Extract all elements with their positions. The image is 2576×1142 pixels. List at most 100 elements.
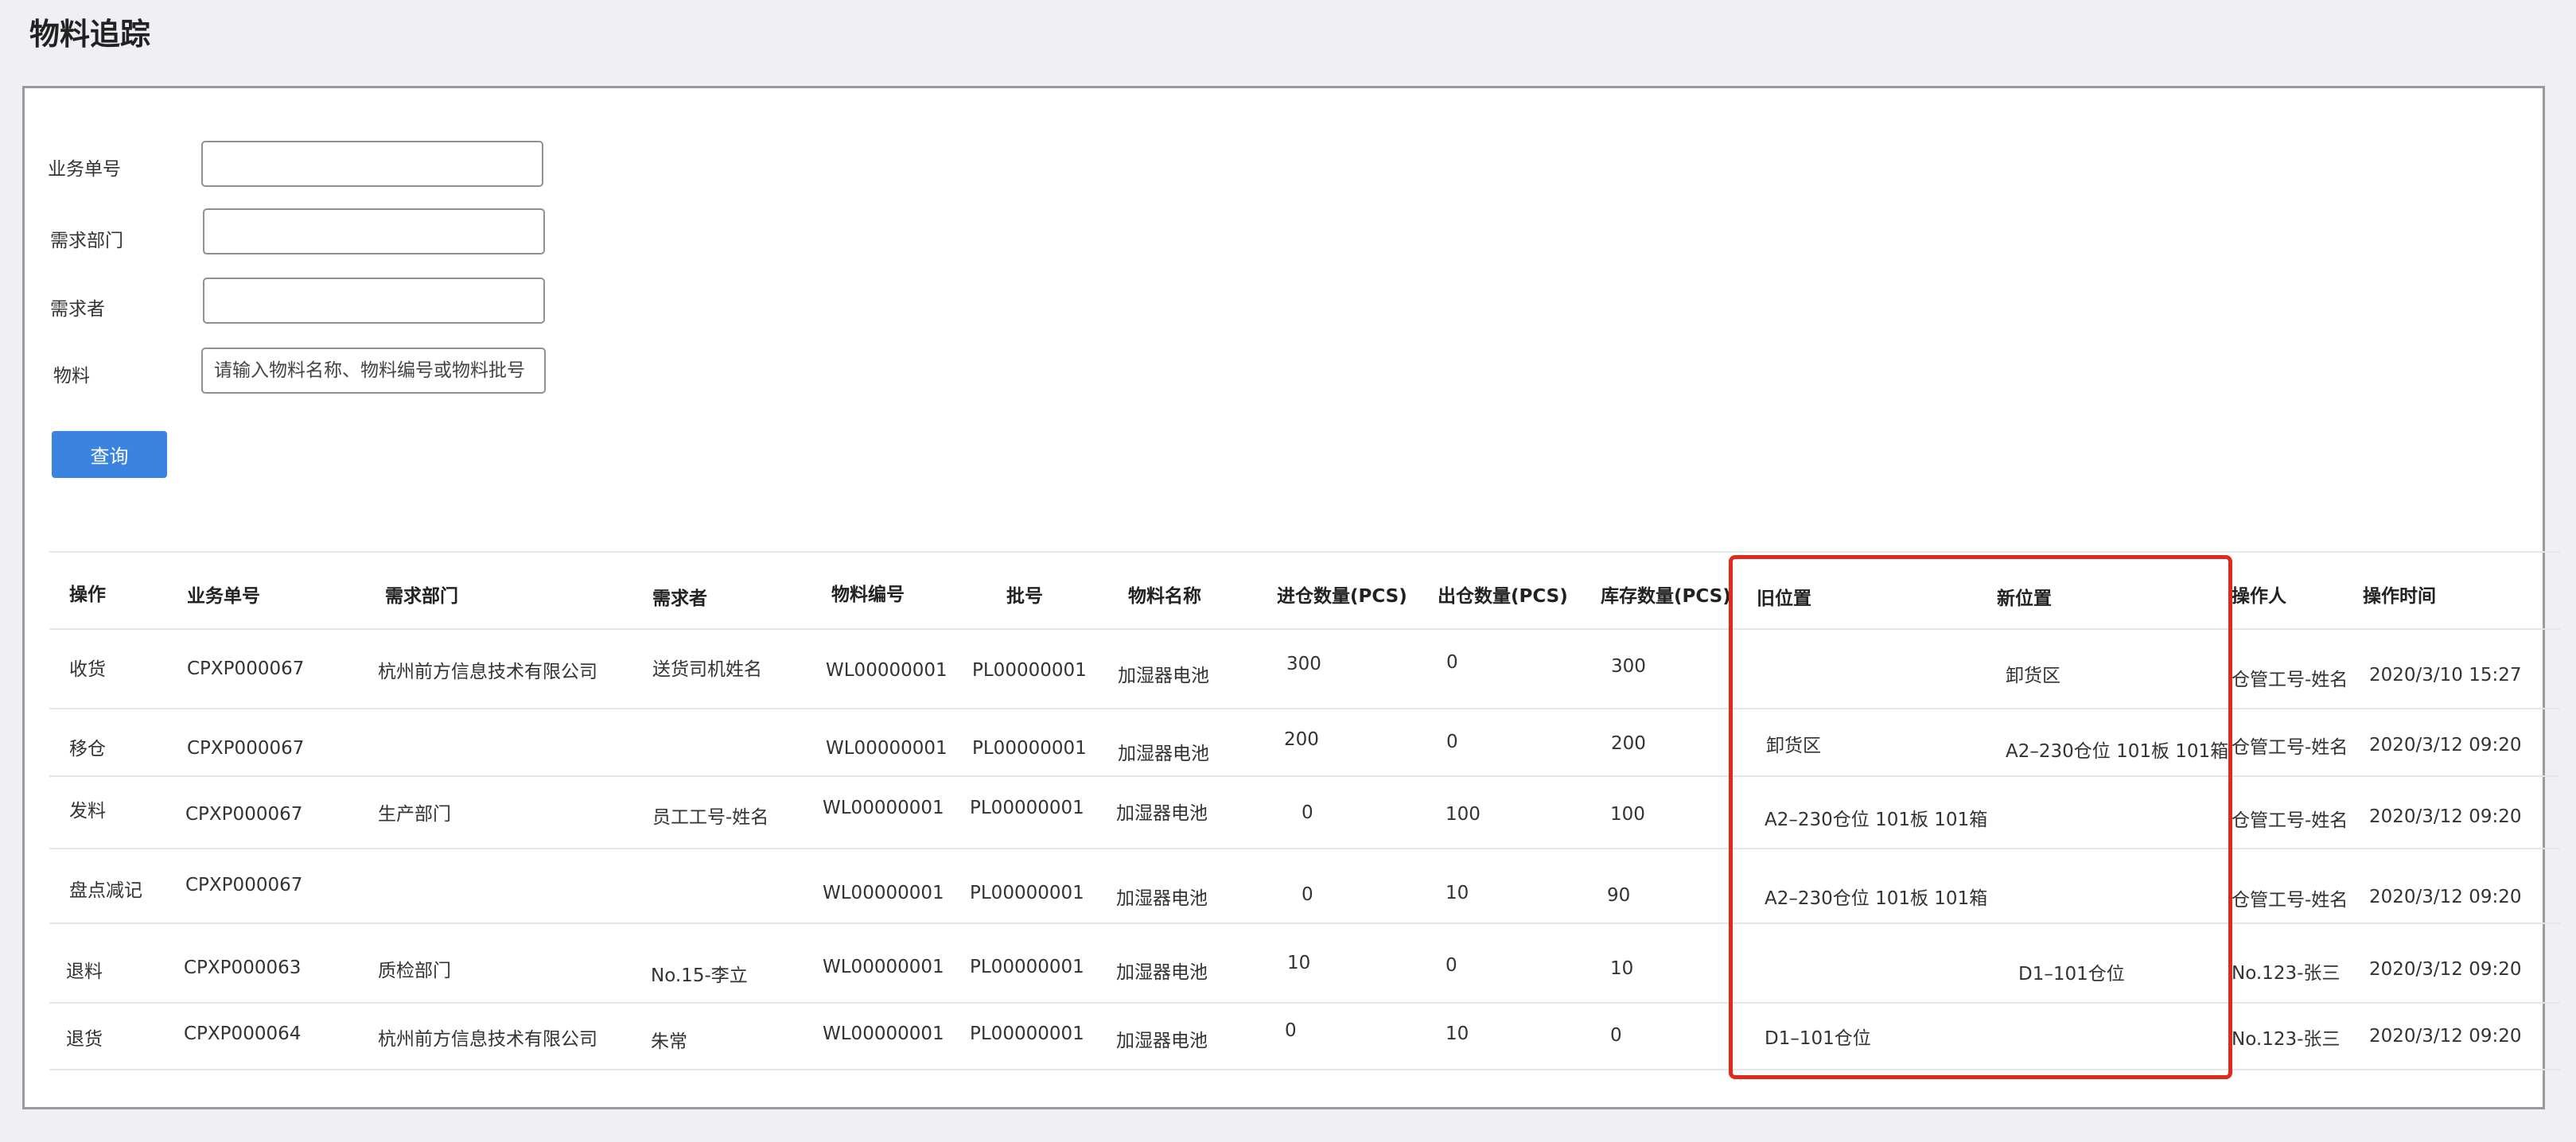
col-header-stock-qty: 库存数量(PCS) <box>1601 586 1731 607</box>
cell-stock-qty: 0 <box>1610 1025 1622 1046</box>
cell-material-code: WL00000001 <box>823 957 944 977</box>
cell-batch-no: PL00000001 <box>970 957 1084 977</box>
row-divider <box>49 848 2560 849</box>
col-header-department: 需求部门 <box>385 586 458 607</box>
cell-batch-no: PL00000001 <box>970 883 1084 903</box>
cell-operator: 仓管工号-姓名 <box>2232 810 2348 831</box>
cell-order-no: CPXP000064 <box>184 1024 302 1044</box>
col-header-order-no: 业务单号 <box>187 586 260 607</box>
cell-stock-qty: 100 <box>1610 804 1645 825</box>
cell-stock-qty: 10 <box>1610 958 1634 979</box>
cell-operate-time: 2020/3/12 09:20 <box>2369 887 2522 907</box>
order-no-input[interactable] <box>201 141 543 187</box>
cell-material-name: 加湿器电池 <box>1118 744 1209 764</box>
cell-outbound-qty: 10 <box>1446 883 1469 903</box>
table-top-border <box>49 551 2560 553</box>
cell-operate-time: 2020/3/12 09:20 <box>2369 806 2522 827</box>
cell-material-code: WL00000001 <box>823 798 944 818</box>
cell-operate-time: 2020/3/12 09:20 <box>2369 959 2522 980</box>
cell-new-location: A2–230仓位 101板 101箱 <box>2006 741 2229 762</box>
cell-department: 杭州前方信息技术有限公司 <box>378 1029 597 1050</box>
material-label: 物料 <box>53 366 90 386</box>
cell-order-no: CPXP000067 <box>185 875 303 895</box>
cell-inbound-qty: 0 <box>1302 884 1313 905</box>
cell-order-no: CPXP000067 <box>187 658 305 679</box>
cell-stock-qty: 90 <box>1607 885 1631 906</box>
row-divider <box>49 1002 2560 1004</box>
cell-batch-no: PL00000001 <box>970 1024 1084 1044</box>
department-input[interactable] <box>203 208 545 254</box>
cell-operate-time: 2020/3/10 15:27 <box>2369 665 2522 686</box>
cell-operate-time: 2020/3/12 09:20 <box>2369 1026 2522 1047</box>
cell-inbound-qty: 300 <box>1286 654 1321 674</box>
cell-operator: 仓管工号-姓名 <box>2232 670 2348 690</box>
col-header-material-name: 物料名称 <box>1128 586 1201 607</box>
row-divider <box>49 708 2560 709</box>
cell-old-location: A2–230仓位 101板 101箱 <box>1765 888 1988 909</box>
row-divider <box>49 628 2560 630</box>
department-label: 需求部门 <box>50 231 123 251</box>
cell-action: 退料 <box>66 961 103 982</box>
cell-material-name: 加湿器电池 <box>1116 962 1208 983</box>
cell-old-location: D1–101仓位 <box>1765 1028 1871 1049</box>
cell-batch-no: PL00000001 <box>972 660 1087 681</box>
cell-material-name: 加湿器电池 <box>1116 1031 1208 1051</box>
cell-operate-time: 2020/3/12 09:20 <box>2369 735 2522 756</box>
col-header-operate-time: 操作时间 <box>2363 586 2436 607</box>
cell-action: 收货 <box>69 659 106 680</box>
cell-material-code: WL00000001 <box>823 883 944 903</box>
cell-order-no: CPXP000063 <box>184 957 302 978</box>
cell-requester: 员工工号-姓名 <box>652 807 769 828</box>
cell-inbound-qty: 0 <box>1302 802 1313 823</box>
cell-material-code: WL00000001 <box>823 1024 944 1044</box>
cell-department: 生产部门 <box>378 804 451 825</box>
cell-action: 退货 <box>66 1029 103 1050</box>
page-title: 物料追踪 <box>29 17 151 52</box>
col-header-old-location: 旧位置 <box>1757 588 1811 609</box>
cell-operator: No.123-张三 <box>2232 963 2341 984</box>
order-no-label: 业务单号 <box>48 159 121 180</box>
cell-outbound-qty: 0 <box>1446 955 1457 976</box>
cell-action: 移仓 <box>69 739 106 759</box>
col-header-outbound-qty: 出仓数量(PCS) <box>1438 586 1568 607</box>
query-button[interactable]: 查询 <box>52 431 167 478</box>
col-header-material-code: 物料编号 <box>831 585 905 605</box>
cell-stock-qty: 300 <box>1611 656 1646 677</box>
cell-new-location: 卸货区 <box>2006 666 2060 686</box>
col-header-operator: 操作人 <box>2232 586 2286 607</box>
cell-material-name: 加湿器电池 <box>1118 666 1209 686</box>
cell-outbound-qty: 0 <box>1446 732 1458 752</box>
cell-requester: 朱常 <box>651 1031 687 1052</box>
cell-inbound-qty: 200 <box>1284 729 1319 750</box>
cell-inbound-qty: 10 <box>1287 953 1311 973</box>
row-divider <box>49 1069 2560 1070</box>
cell-outbound-qty: 0 <box>1446 652 1458 673</box>
cell-requester: 送货司机姓名 <box>652 659 762 680</box>
cell-department: 质检部门 <box>378 961 451 981</box>
cell-outbound-qty: 100 <box>1446 804 1481 825</box>
cell-operator: 仓管工号-姓名 <box>2232 890 2348 911</box>
cell-operator: 仓管工号-姓名 <box>2232 737 2348 758</box>
cell-batch-no: PL00000001 <box>970 798 1084 818</box>
cell-material-name: 加湿器电池 <box>1116 888 1208 909</box>
cell-department: 杭州前方信息技术有限公司 <box>378 662 597 682</box>
cell-new-location: D1–101仓位 <box>2018 964 2125 985</box>
col-header-new-location: 新位置 <box>1997 588 2052 609</box>
col-header-batch-no: 批号 <box>1006 586 1043 607</box>
cell-order-no: CPXP000067 <box>185 804 303 825</box>
cell-material-name: 加湿器电池 <box>1116 803 1208 824</box>
cell-action: 盘点减记 <box>69 880 142 901</box>
cell-outbound-qty: 10 <box>1446 1024 1469 1044</box>
material-input[interactable] <box>201 348 546 394</box>
col-header-requester: 需求者 <box>652 588 707 609</box>
cell-material-code: WL00000001 <box>826 738 948 759</box>
cell-batch-no: PL00000001 <box>972 738 1087 759</box>
cell-requester: No.15-李立 <box>651 965 748 986</box>
row-divider <box>49 923 2560 924</box>
cell-old-location: A2–230仓位 101板 101箱 <box>1765 810 1988 830</box>
col-header-action: 操作 <box>69 585 106 605</box>
requester-input[interactable] <box>203 278 545 324</box>
cell-operator: No.123-张三 <box>2232 1029 2341 1050</box>
col-header-inbound-qty: 进仓数量(PCS) <box>1277 586 1407 607</box>
row-divider <box>49 775 2560 777</box>
